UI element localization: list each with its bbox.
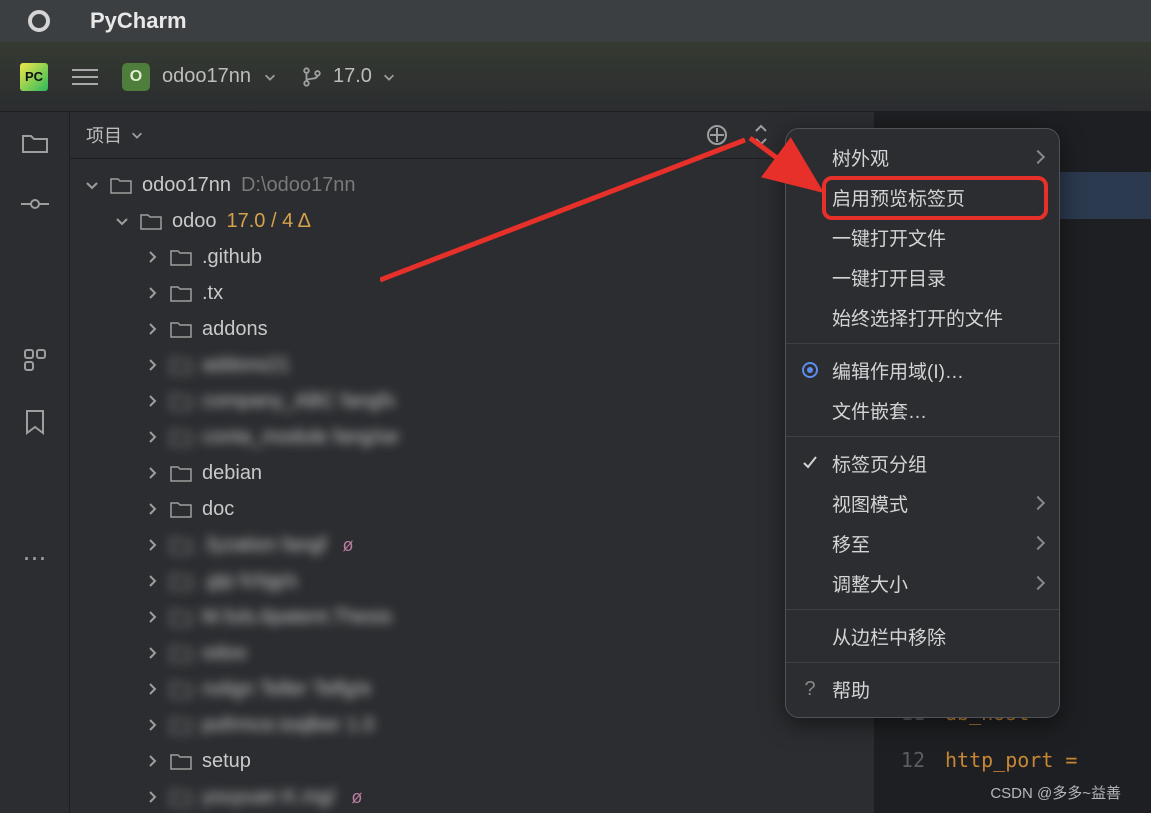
menu-item-label: 始终选择打开的文件 <box>832 304 1003 331</box>
project-name-label: odoo17nn <box>162 65 251 88</box>
code-line: 12http_port = <box>875 736 1151 783</box>
menu-item-label: 从边栏中移除 <box>832 623 946 650</box>
help-icon: ? <box>800 679 820 699</box>
menu-item[interactable]: ? 帮助 <box>786 669 1059 709</box>
tree-item[interactable]: pofrmce.toqlber 1.0 <box>70 707 874 743</box>
tree-item[interactable]: conta_module fang/se <box>70 419 874 455</box>
radio-icon <box>800 360 820 380</box>
tree-item[interactable]: addons21 <box>70 347 874 383</box>
project-selector[interactable]: O odoo17nn <box>122 63 277 91</box>
select-opened-file-icon[interactable] <box>704 122 730 148</box>
menu-item[interactable]: 从边栏中移除 <box>786 616 1059 656</box>
menu-separator <box>786 609 1059 610</box>
main-toolbar: PC O odoo17nn 17.0 <box>0 42 1151 112</box>
menu-item-label: 一键打开文件 <box>832 224 946 251</box>
chevron-down-icon <box>263 70 277 84</box>
watermark: CSDN @多多~益善 <box>990 782 1121 803</box>
menu-item[interactable]: 文件嵌套… <box>786 390 1059 430</box>
tree-item[interactable]: .github <box>70 239 874 275</box>
main-menu-button[interactable] <box>72 69 98 85</box>
project-letter-icon: O <box>122 63 150 91</box>
menu-item-label: 调整大小 <box>832 570 908 597</box>
branch-label: 17.0 <box>333 65 372 88</box>
tree-item[interactable]: .gip fchjg/s <box>70 563 874 599</box>
menu-item-label: 移至 <box>832 530 870 557</box>
app-name: PyCharm <box>90 8 187 34</box>
menu-separator <box>786 436 1059 437</box>
tree-item[interactable]: .tx <box>70 275 874 311</box>
tree-item[interactable]: youyuan K.mg/ø <box>70 779 874 813</box>
menu-item[interactable]: 编辑作用域(I)… <box>786 350 1059 390</box>
tree-root[interactable]: odoo17nn D:\odoo17nn <box>70 167 874 203</box>
panel-context-menu: 树外观启用预览标签页一键打开文件一键打开目录始终选择打开的文件编辑作用域(I)…… <box>785 128 1060 718</box>
chevron-down-icon[interactable] <box>130 128 144 142</box>
menu-item-label: 启用预览标签页 <box>832 184 965 211</box>
branch-selector[interactable]: 17.0 <box>301 65 396 88</box>
project-panel-header: 项目 — <box>70 112 874 159</box>
chevron-down-icon <box>382 70 396 84</box>
menu-item[interactable]: 始终选择打开的文件 <box>786 297 1059 337</box>
menu-separator <box>786 662 1059 663</box>
tree-item[interactable]: addons <box>70 311 874 347</box>
menu-item-label: 编辑作用域(I)… <box>832 357 964 384</box>
tree-item[interactable]: setup <box>70 743 874 779</box>
menu-item[interactable]: 一键打开文件 <box>786 217 1059 257</box>
more-tool-icon[interactable]: ⋯ <box>21 544 49 572</box>
menu-item-label: 帮助 <box>832 676 870 703</box>
menu-item-label: 一键打开目录 <box>832 264 946 291</box>
tree-item[interactable]: doc <box>70 491 874 527</box>
tree-item[interactable]: M.fuls.6patent.Thesis <box>70 599 874 635</box>
commit-tool-icon[interactable] <box>21 190 49 218</box>
tree-item[interactable]: nxlign Teller Telfg/e <box>70 671 874 707</box>
menu-separator <box>786 343 1059 344</box>
left-tool-rail: ⋯ <box>0 112 70 813</box>
bookmarks-tool-icon[interactable] <box>21 408 49 436</box>
menu-item[interactable]: 一键打开目录 <box>786 257 1059 297</box>
panel-title: 项目 <box>86 122 122 148</box>
expand-collapse-icon[interactable] <box>748 122 774 148</box>
menu-item-label: 文件嵌套… <box>832 397 927 424</box>
menu-item[interactable]: 视图模式 <box>786 483 1059 523</box>
tree-item[interactable]: .fyzation fangfø <box>70 527 874 563</box>
tree-folder-odoo[interactable]: odoo 17.0 / 4 Δ <box>70 203 874 239</box>
pycharm-icon: PC <box>20 63 48 91</box>
menu-item-label: 树外观 <box>832 144 889 171</box>
menu-item[interactable]: 调整大小 <box>786 563 1059 603</box>
project-panel: 项目 — odoo17nn D:\odoo17nnodoo 17.0 / 4 Δ… <box>70 112 875 813</box>
menu-item[interactable]: 树外观 <box>786 137 1059 177</box>
tree-item[interactable]: debian <box>70 455 874 491</box>
tree-item[interactable]: odoo <box>70 635 874 671</box>
structure-tool-icon[interactable] <box>21 346 49 374</box>
os-logo-icon <box>28 10 50 32</box>
branch-icon <box>301 66 323 88</box>
menu-item-label: 标签页分组 <box>832 450 927 477</box>
menu-item-label: 视图模式 <box>832 490 908 517</box>
tree-item[interactable]: company_ABC fangfx <box>70 383 874 419</box>
project-tool-icon[interactable] <box>21 128 49 156</box>
titlebar: PyCharm <box>0 0 1151 42</box>
check-icon <box>800 453 820 473</box>
menu-item[interactable]: 标签页分组 <box>786 443 1059 483</box>
menu-item[interactable]: 启用预览标签页 <box>786 177 1059 217</box>
menu-item[interactable]: 移至 <box>786 523 1059 563</box>
project-tree[interactable]: odoo17nn D:\odoo17nnodoo 17.0 / 4 Δ.gith… <box>70 159 874 813</box>
